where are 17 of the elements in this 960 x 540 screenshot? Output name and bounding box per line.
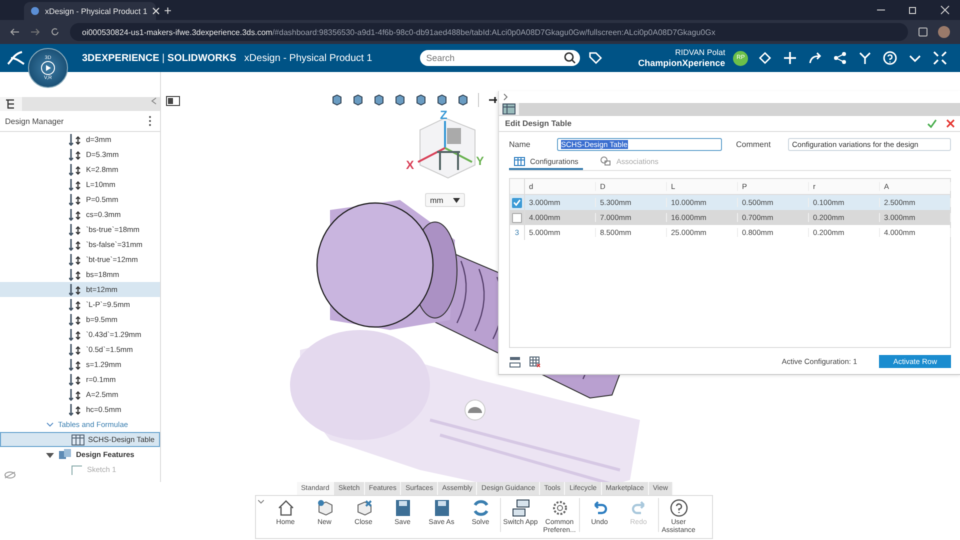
field-label: Comment xyxy=(736,140,772,149)
dialog-title: Edit Design Table xyxy=(505,119,573,128)
brand-name: 3DEXPERIENCE | SOLIDWORKS xyxy=(82,52,236,64)
axis-label: X xyxy=(406,158,414,172)
url-text: oi000530824-us1-makers-ifwe.3dexperience.3ds.com/#dashboard:98356530-a9d1-4f6b-98c0-db91aed488be/tabId:ALci0p0A08D7Gkagu0Gw/fullscreen:ALci0p0A08D7Gkagu0Gx xyxy=(82,28,716,36)
user-name: RIDVAN Polat xyxy=(675,48,726,58)
axis-label: Y xyxy=(476,154,484,168)
tenant-name[interactable]: ChampionXperience xyxy=(638,58,726,68)
field-label: Name xyxy=(509,140,532,149)
app-title: xDesign - Physical Product 1 xyxy=(244,52,372,64)
new-tab-button[interactable]: + xyxy=(156,2,180,20)
axis-label: Z xyxy=(440,108,448,122)
units-dropdown[interactable]: mm xyxy=(425,193,465,207)
search-field[interactable]: Search xyxy=(420,50,580,66)
tab-title: xDesign - Physical Product 1 xyxy=(45,6,148,16)
panel-title: Design Manager xyxy=(5,116,64,126)
address-field[interactable]: oi000530824-us1-makers-ifwe.3dexperience.3ds.com/#dashboard:98356530-a9d1-4f6b-98c0-db91aed488be/tabId:ALci0p0A08D7Gkagu0Gw/fullscreen:ALci0p0A08D7Gkagu0Gx xyxy=(70,23,908,41)
